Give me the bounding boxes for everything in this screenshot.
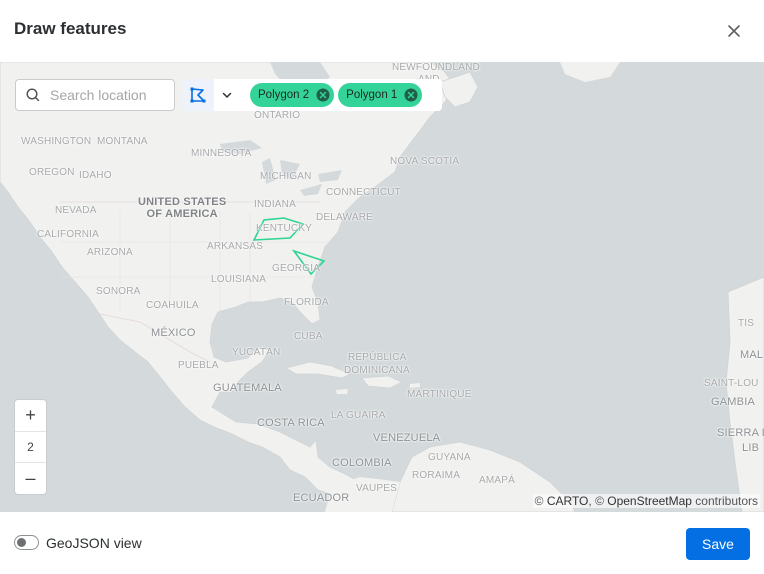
map-label: LOUISIANA [211, 274, 267, 285]
dialog-header: Draw features [0, 0, 764, 62]
map-label: CALIFORNIA [37, 229, 100, 240]
map-label: ECUADOR [293, 492, 350, 504]
map-attribution: © CARTO, © OpenStreetMap contributors [532, 494, 760, 508]
map-label: DOMINICANA [344, 365, 410, 376]
close-button[interactable] [722, 19, 746, 43]
map-label: YUCATÁN [232, 347, 281, 358]
zoom-in-button[interactable]: + [15, 400, 46, 431]
map-label: ARIZONA [87, 247, 133, 258]
toggle-knob [17, 538, 26, 547]
map-label: DELAWARE [316, 212, 373, 223]
map-label: SAINT-LOU [704, 378, 759, 389]
map-label: CUBA [294, 331, 323, 342]
map-label: IDAHO [79, 170, 112, 181]
map-label: GUYANA [428, 452, 471, 463]
map-label: ONTARIO [254, 110, 301, 121]
draw-features-dialog: Draw features NEWFOUNDLAND ONTARIO WASHI… [0, 0, 764, 574]
map-label: OREGON [29, 167, 75, 178]
map-label: VAUPES [356, 483, 398, 494]
map-label: NOVA SCOTIA [390, 156, 460, 167]
attribution-prefix: © [534, 494, 547, 508]
feature-chip-polygon-2[interactable]: Polygon 2 [250, 83, 335, 107]
map-label: GUATEMALA [213, 382, 282, 394]
map-label: WASHINGTON [21, 136, 92, 147]
map-label: AMAPÁ [479, 475, 516, 486]
close-circle-icon[interactable] [315, 87, 331, 103]
geojson-view-label: GeoJSON view [46, 535, 142, 551]
map-label: MONTANA [97, 136, 148, 147]
map-label: LA GUAIRA [331, 410, 386, 421]
map-label: PUEBLA [178, 360, 219, 371]
close-icon [728, 25, 740, 37]
zoom-control: + 2 – [14, 399, 47, 495]
feature-chip-polygon-1[interactable]: Polygon 1 [338, 83, 423, 107]
search-icon [25, 87, 41, 103]
attribution-separator: , © [588, 494, 608, 508]
map-label: SONORA [96, 286, 141, 297]
map-label: COAHUILA [146, 300, 199, 311]
map-label: KENTUCKY [256, 223, 313, 234]
attribution-suffix: contributors [691, 494, 758, 508]
map-label: RORAIMA [412, 470, 461, 481]
map-label: COLOMBIA [332, 457, 392, 469]
map-label: ARKANSAS [207, 241, 264, 252]
map-label: GAMBIA [711, 396, 755, 408]
save-button[interactable]: Save [686, 528, 750, 560]
map-label: CONNECTICUT [326, 187, 401, 198]
map-label: MARTINIQUE [407, 389, 472, 400]
map-label: FLORIDA [284, 297, 329, 308]
polygon-draw-icon [190, 87, 206, 103]
map-label: TIS [738, 318, 755, 329]
chip-label: Polygon 2 [258, 89, 310, 101]
map-label: VENEZUELA [373, 432, 441, 444]
map-label: REPÚBLICA [348, 352, 407, 363]
map-label-country: UNITED STATES OF AMERICA [138, 196, 226, 220]
map-label: MINNESOTA [191, 148, 252, 159]
chip-label: Polygon 1 [346, 89, 398, 101]
map-label: COSTA RICA [257, 417, 325, 429]
dialog-footer: GeoJSON view Save [0, 512, 764, 574]
map-label: GEORGIA [272, 263, 321, 274]
zoom-out-button[interactable]: – [15, 463, 46, 494]
dialog-title: Draw features [14, 19, 127, 38]
close-circle-icon[interactable] [403, 87, 419, 103]
map-label: MÉXICO [151, 327, 196, 339]
map-label: LIB [742, 442, 760, 454]
map-label: NEVADA [55, 205, 97, 216]
map-label: MICHIGAN [260, 171, 312, 182]
zoom-level: 2 [15, 431, 46, 463]
chevron-down-icon [222, 92, 232, 98]
map-label: INDIANA [254, 199, 296, 210]
map-label: OF AMERICA [146, 208, 218, 220]
search-location-field[interactable] [15, 79, 175, 111]
polygon-draw-button[interactable] [182, 79, 214, 111]
map-label: SIERRA L [717, 427, 764, 439]
map-label: UNITED STATES [138, 196, 227, 208]
draw-toolbar: Polygon 2 Polygon 1 [182, 79, 442, 111]
carto-link[interactable]: CARTO [547, 494, 589, 508]
geojson-view-toggle[interactable] [14, 535, 39, 550]
map-label: MAL [740, 349, 764, 361]
osm-link[interactable]: OpenStreetMap [607, 494, 692, 508]
map[interactable]: NEWFOUNDLAND AND ONTARIO WASHINGTON MONT… [0, 62, 764, 512]
draw-mode-dropdown[interactable] [214, 79, 240, 111]
map-label: NEWFOUNDLAND [392, 62, 480, 73]
search-input[interactable] [50, 87, 170, 103]
